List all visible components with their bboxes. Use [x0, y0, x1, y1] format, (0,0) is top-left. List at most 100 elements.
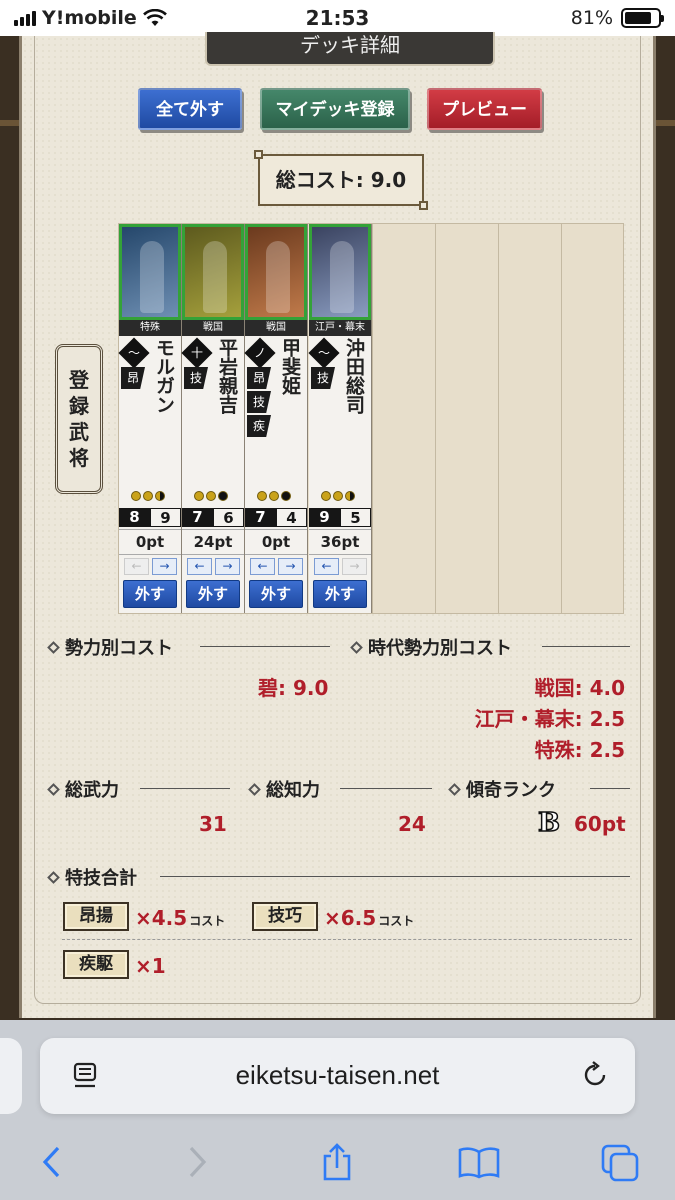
attack-stat: 9	[309, 508, 340, 527]
move-left-button[interactable]: ←	[187, 558, 212, 575]
cost-dot	[345, 491, 355, 501]
total-intel-header: 総知力	[248, 776, 320, 802]
cost-dot	[257, 491, 267, 501]
reorder-arrows: ← →	[314, 558, 367, 575]
move-left-button[interactable]: ←	[314, 558, 339, 575]
move-right-button[interactable]: →	[342, 558, 367, 575]
remove-card-button[interactable]: 外す	[313, 580, 367, 608]
cost-dot	[333, 491, 343, 501]
attack-stat: 8	[119, 508, 150, 527]
cost-dot	[194, 491, 204, 501]
stats-row: 76	[182, 508, 244, 527]
era-label: 特殊	[119, 320, 181, 336]
empty-slot[interactable]	[498, 224, 561, 613]
address-bar[interactable]: eiketsu-taisen.net	[40, 1038, 635, 1114]
remove-card-button[interactable]: 外す	[123, 580, 177, 608]
status-bar: Y!mobile 21:53 81%	[0, 0, 675, 36]
empty-slot[interactable]	[435, 224, 498, 613]
crest-glyph: 十	[190, 346, 203, 360]
general-name: 沖田総司	[343, 338, 365, 414]
total-attack-header: 総武力	[47, 776, 119, 802]
general-card[interactable]: 戦国ノ昂技疾甲斐姫 7 4 0pt ← → 外す	[244, 224, 308, 613]
rank-grade-badge: B	[537, 807, 560, 839]
rank-header: 傾奇ランク	[448, 776, 556, 802]
skill-badge: 昂	[121, 367, 145, 389]
reorder-arrows: ← →	[124, 558, 177, 575]
skill-badge: 疾	[247, 415, 271, 437]
remove-card-button[interactable]: 外す	[186, 580, 240, 608]
total-intel-value: 24	[398, 812, 426, 836]
general-portrait[interactable]	[119, 224, 181, 320]
forward-icon[interactable]	[175, 1140, 219, 1184]
total-cost-box: 総コスト: 9.0	[254, 150, 428, 210]
cost-dot	[155, 491, 165, 501]
intel-stat: 9	[150, 508, 181, 527]
crest-glyph: ノ	[253, 346, 266, 360]
rank-points: 60pt	[574, 812, 626, 836]
registered-generals-label: 登 録 武 将	[55, 344, 103, 494]
register-mydeck-button[interactable]: マイデッキ登録	[260, 88, 410, 130]
cost-dot	[131, 491, 141, 501]
reorder-arrows: ← →	[187, 558, 240, 575]
skill-badge: 昂	[247, 367, 271, 389]
empty-slot[interactable]	[561, 224, 624, 613]
stats-row: 89	[119, 508, 181, 527]
general-name: 甲斐姫	[279, 338, 301, 395]
general-card[interactable]: 江戸・幕末〜技沖田総司 9 5 36pt ← → 外す	[308, 224, 372, 613]
battery-percent: 81%	[570, 7, 613, 29]
cost-dots	[194, 491, 228, 501]
general-portrait[interactable]	[182, 224, 244, 320]
preview-button[interactable]: プレビュー	[427, 88, 542, 130]
era-label: 戦国	[245, 320, 307, 336]
cost-dots	[321, 491, 355, 501]
crest-glyph: 〜	[317, 346, 330, 360]
intel-stat: 6	[213, 508, 244, 527]
browser-toolbar: eiketsu-taisen.net	[0, 1020, 675, 1200]
skill-total-header: 特技合計	[47, 864, 137, 890]
stats-row: 74	[245, 508, 307, 527]
skill-value-kouyou: ×4.5 コスト	[135, 906, 226, 930]
remove-card-button[interactable]: 外す	[249, 580, 303, 608]
era-label: 江戸・幕末	[309, 320, 371, 336]
back-icon[interactable]	[30, 1140, 74, 1184]
era-cost-edo: 江戸・幕末: 2.5	[474, 707, 625, 731]
kabuki-points: 24pt	[182, 529, 244, 555]
url-text[interactable]: eiketsu-taisen.net	[40, 1060, 635, 1091]
cost-dots	[131, 491, 165, 501]
move-right-button[interactable]: →	[278, 558, 303, 575]
total-attack-value: 31	[199, 812, 227, 836]
skill-badge: 技	[247, 391, 271, 413]
faction-cost-header: 勢力別コスト	[47, 634, 173, 660]
skill-value-shikku: ×1	[135, 954, 166, 978]
previous-tab-preview[interactable]	[0, 1038, 22, 1114]
skill-badge: 技	[311, 367, 335, 389]
general-name: 平岩親吉	[216, 338, 238, 414]
deck-detail-panel: デッキ詳細 全て外す マイデッキ登録 プレビュー 総コスト: 9.0 登 録 武…	[19, 32, 656, 1018]
bookmarks-icon[interactable]	[457, 1140, 501, 1184]
stats-row: 95	[309, 508, 371, 527]
crest-glyph: 〜	[127, 346, 140, 360]
skill-tag-gikou: 技巧	[252, 902, 318, 931]
skill-tag-kouyou: 昂揚	[63, 902, 129, 931]
cost-dot	[321, 491, 331, 501]
empty-slot[interactable]	[372, 224, 435, 613]
remove-all-button[interactable]: 全て外す	[138, 88, 242, 130]
share-icon[interactable]	[315, 1140, 359, 1184]
reorder-arrows: ← →	[250, 558, 303, 575]
move-right-button[interactable]: →	[152, 558, 177, 575]
general-card[interactable]: 特殊〜昂モルガン 8 9 0pt ← → 外す	[118, 224, 182, 613]
move-right-button[interactable]: →	[215, 558, 240, 575]
kabuki-points: 0pt	[245, 529, 307, 555]
move-left-button[interactable]: ←	[124, 558, 149, 575]
tabs-icon[interactable]	[598, 1140, 642, 1184]
intel-stat: 5	[340, 508, 371, 527]
attack-stat: 7	[245, 508, 276, 527]
general-portrait[interactable]	[245, 224, 307, 320]
reload-icon[interactable]	[580, 1060, 610, 1090]
panel-title: デッキ詳細	[205, 32, 495, 66]
move-left-button[interactable]: ←	[250, 558, 275, 575]
general-portrait[interactable]	[309, 224, 371, 320]
era-cost-special: 特殊: 2.5	[534, 738, 625, 762]
general-name: モルガン	[153, 338, 175, 414]
general-card[interactable]: 戦国十技平岩親吉 7 6 24pt ← → 外す	[181, 224, 245, 613]
